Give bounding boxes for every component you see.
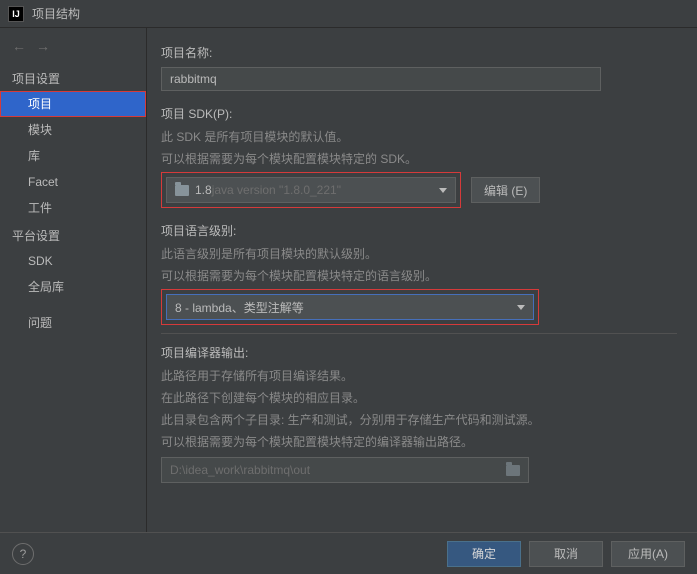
sdk-desc-2: 可以根据需要为每个模块配置模块特定的 SDK。: [161, 150, 677, 168]
output-desc-1: 此路径用于存储所有项目编译结果。: [161, 367, 677, 385]
help-icon: ?: [20, 547, 27, 561]
lang-desc-2: 可以根据需要为每个模块配置模块特定的语言级别。: [161, 267, 677, 285]
sidebar-item-label: Facet: [28, 175, 58, 189]
sidebar-item-libraries[interactable]: 库: [0, 143, 146, 169]
sidebar-item-label: SDK: [28, 254, 53, 268]
lang-level-value: 8 - lambda、类型注解等: [175, 299, 304, 316]
content-panel: 项目名称: 项目 SDK(P): 此 SDK 是所有项目模块的默认值。 可以根据…: [147, 28, 697, 532]
sidebar-item-global-libs[interactable]: 全局库: [0, 274, 146, 300]
output-label: 项目编译器输出:: [161, 344, 677, 361]
lang-highlight: 8 - lambda、类型注解等: [161, 289, 539, 325]
window-title: 项目结构: [32, 5, 80, 22]
chevron-down-icon: [439, 188, 447, 193]
sdk-desc-1: 此 SDK 是所有项目模块的默认值。: [161, 128, 677, 146]
lang-desc-1: 此语言级别是所有项目模块的默认级别。: [161, 245, 677, 263]
help-button[interactable]: ?: [12, 543, 34, 565]
nav-arrows: ← →: [0, 34, 146, 64]
nav-forward-icon[interactable]: →: [36, 38, 50, 54]
sidebar: ← → 项目设置 项目 模块 库 Facet 工件 平台设置 SDK 全局库 问…: [0, 28, 147, 532]
titlebar: IJ 项目结构: [0, 0, 697, 28]
cancel-button[interactable]: 取消: [529, 541, 603, 567]
folder-icon: [175, 185, 189, 196]
output-desc-2: 在此路径下创建每个模块的相应目录。: [161, 389, 677, 407]
project-name-label: 项目名称:: [161, 44, 677, 61]
sidebar-item-label: 工件: [28, 201, 52, 215]
output-desc-4: 可以根据需要为每个模块配置模块特定的编译器输出路径。: [161, 433, 677, 451]
output-path-value: D:\idea_work\rabbitmq\out: [170, 463, 310, 477]
separator: [161, 333, 677, 334]
main-area: ← → 项目设置 项目 模块 库 Facet 工件 平台设置 SDK 全局库 问…: [0, 28, 697, 532]
sidebar-section-platform-settings: 平台设置: [0, 221, 146, 248]
nav-back-icon[interactable]: ←: [12, 38, 26, 54]
sidebar-item-facet[interactable]: Facet: [0, 169, 146, 195]
output-desc-3: 此目录包含两个子目录: 生产和测试，分别用于存储生产代码和测试源。: [161, 411, 677, 429]
sidebar-item-sdk[interactable]: SDK: [0, 248, 146, 274]
edit-sdk-button[interactable]: 编辑 (E): [471, 177, 540, 203]
sidebar-item-label: 项目: [28, 97, 52, 111]
sidebar-item-artifacts[interactable]: 工件: [0, 195, 146, 221]
lang-level-label: 项目语言级别:: [161, 222, 677, 239]
sidebar-item-problems[interactable]: 问题: [0, 310, 146, 336]
browse-folder-icon[interactable]: [506, 465, 520, 476]
footer: ? 确定 取消 应用(A): [0, 532, 697, 574]
apply-button[interactable]: 应用(A): [611, 541, 685, 567]
lang-level-dropdown[interactable]: 8 - lambda、类型注解等: [166, 294, 534, 320]
sidebar-item-label: 问题: [28, 316, 52, 330]
sdk-value-suffix: java version "1.8.0_221": [212, 183, 341, 197]
sdk-dropdown[interactable]: 1.8 java version "1.8.0_221": [166, 177, 456, 203]
sdk-highlight: 1.8 java version "1.8.0_221": [161, 172, 461, 208]
chevron-down-icon: [517, 305, 525, 310]
ok-button[interactable]: 确定: [447, 541, 521, 567]
sidebar-item-project[interactable]: 项目: [0, 91, 146, 117]
sidebar-item-label: 库: [28, 149, 40, 163]
sdk-value-prefix: 1.8: [195, 183, 212, 197]
sidebar-item-label: 模块: [28, 123, 52, 137]
output-path-field[interactable]: D:\idea_work\rabbitmq\out: [161, 457, 529, 483]
app-icon: IJ: [8, 6, 24, 22]
project-name-input[interactable]: [161, 67, 601, 91]
sdk-label: 项目 SDK(P):: [161, 105, 677, 122]
sidebar-item-label: 全局库: [28, 280, 64, 294]
sidebar-item-modules[interactable]: 模块: [0, 117, 146, 143]
sidebar-section-project-settings: 项目设置: [0, 64, 146, 91]
